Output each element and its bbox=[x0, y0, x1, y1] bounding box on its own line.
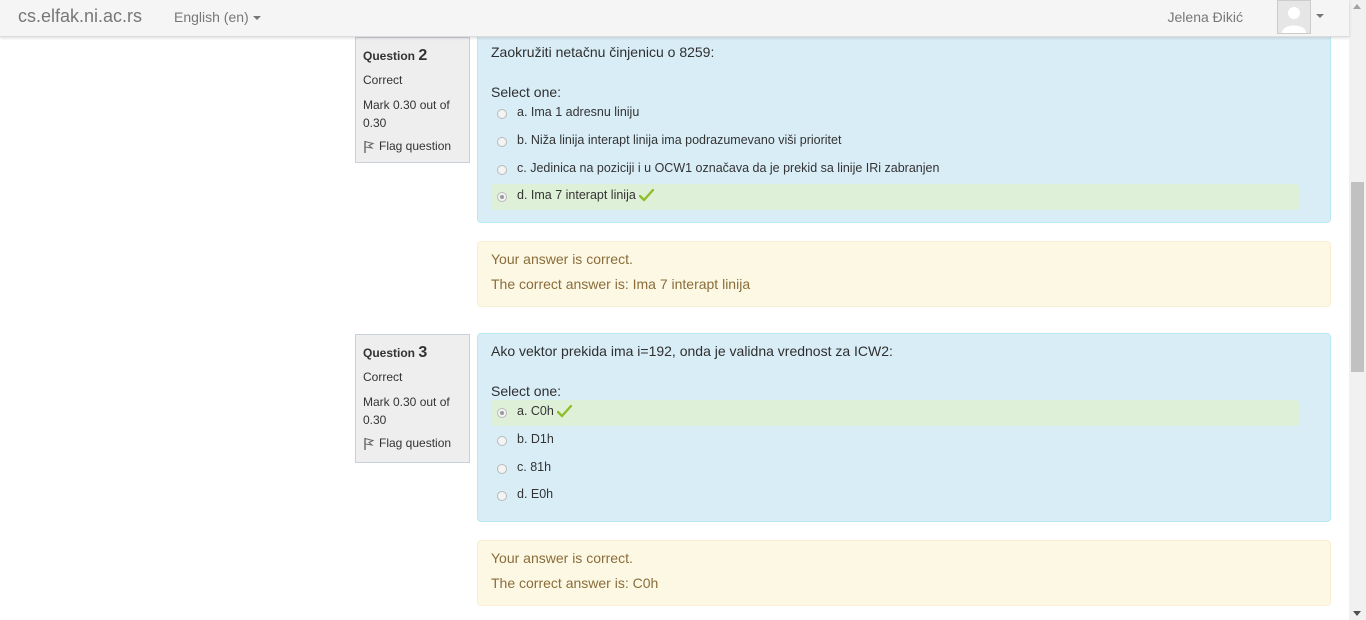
question-state: Correct bbox=[363, 370, 403, 384]
feedback-text: Your answer is correct. bbox=[491, 550, 633, 566]
question-number: Question 2 bbox=[363, 47, 428, 64]
chevron-down-icon bbox=[252, 16, 261, 21]
select-one-prompt: Select one: bbox=[491, 383, 562, 399]
answer-label: a. C0h bbox=[517, 404, 554, 418]
radio-button[interactable] bbox=[497, 464, 507, 474]
language-menu[interactable]: English (en) bbox=[174, 9, 261, 25]
radio-button[interactable] bbox=[497, 436, 507, 446]
answer-label: d. Ima 7 interapt linija bbox=[517, 188, 636, 202]
radio-button[interactable] bbox=[497, 137, 507, 147]
user-menu-chevron-icon[interactable] bbox=[1316, 14, 1324, 18]
question-grade: Mark 0.30 out of 0.30 bbox=[363, 98, 450, 130]
flag-question-link[interactable]: Flag question bbox=[363, 436, 462, 450]
select-one-prompt: Select one: bbox=[491, 84, 562, 100]
radio-button[interactable] bbox=[497, 109, 507, 119]
question-2-formulation: Zaokružiti netačnu činjenicu o 8259: Sel… bbox=[477, 30, 1331, 223]
answer-option[interactable]: c. 81h bbox=[491, 456, 1299, 482]
checkmark-icon bbox=[638, 189, 654, 202]
answer-option[interactable]: d. E0h bbox=[491, 483, 1299, 509]
question-3-formulation: Ako vektor prekida ima i=192, onda je va… bbox=[477, 333, 1331, 522]
user-silhouette-icon bbox=[1278, 1, 1310, 33]
question-number: Question 3 bbox=[363, 344, 428, 361]
question-3-info: Question 3 Correct Mark 0.30 out of 0.30… bbox=[355, 334, 470, 463]
avatar[interactable] bbox=[1277, 0, 1311, 34]
flag-question-link[interactable]: Flag question bbox=[363, 139, 462, 153]
radio-button-selected[interactable] bbox=[497, 192, 507, 202]
answer-option[interactable]: b. Niža linija interapt linija ima podra… bbox=[491, 129, 1299, 155]
language-label: English (en) bbox=[174, 9, 249, 25]
correct-answer-text: The correct answer is: Ima 7 interapt li… bbox=[491, 276, 751, 292]
flag-icon bbox=[364, 437, 375, 450]
question-text: Zaokružiti netačnu činjenicu o 8259: bbox=[491, 44, 715, 60]
top-navbar: cs.elfak.ni.ac.rs English (en) Jelena Đi… bbox=[0, 0, 1349, 37]
checkmark-icon bbox=[556, 405, 572, 418]
question-3-outcome: Your answer is correct. The correct answ… bbox=[477, 540, 1331, 606]
answer-option[interactable]: b. D1h bbox=[491, 428, 1299, 454]
answer-option[interactable]: c. Jedinica na poziciji i u OCW1 označav… bbox=[491, 157, 1299, 183]
question-2-outcome: Your answer is correct. The correct answ… bbox=[477, 241, 1331, 307]
scrollbar-thumb[interactable] bbox=[1351, 182, 1364, 372]
question-2-info: Question 2 Correct Mark 0.30 out of 0.30… bbox=[355, 37, 470, 163]
question-grade: Mark 0.30 out of 0.30 bbox=[363, 395, 450, 427]
feedback-text: Your answer is correct. bbox=[491, 251, 633, 267]
answer-option-correct[interactable]: a. C0h bbox=[491, 400, 1299, 426]
radio-button-selected[interactable] bbox=[497, 408, 507, 418]
scroll-up-arrow-icon[interactable] bbox=[1353, 4, 1361, 9]
vertical-scrollbar[interactable] bbox=[1349, 0, 1366, 620]
question-text: Ako vektor prekida ima i=192, onda je va… bbox=[491, 343, 893, 359]
flag-icon bbox=[364, 140, 375, 153]
radio-button[interactable] bbox=[497, 165, 507, 175]
correct-answer-text: The correct answer is: C0h bbox=[491, 575, 659, 591]
scroll-down-arrow-icon[interactable] bbox=[1353, 611, 1361, 616]
site-brand-link[interactable]: cs.elfak.ni.ac.rs bbox=[18, 6, 142, 27]
user-name[interactable]: Jelena Đikić bbox=[1168, 9, 1243, 25]
answer-option[interactable]: a. Ima 1 adresnu liniju bbox=[491, 101, 1299, 127]
radio-button[interactable] bbox=[497, 491, 507, 501]
question-state: Correct bbox=[363, 73, 403, 87]
answer-option-correct[interactable]: d. Ima 7 interapt linija bbox=[491, 184, 1299, 210]
